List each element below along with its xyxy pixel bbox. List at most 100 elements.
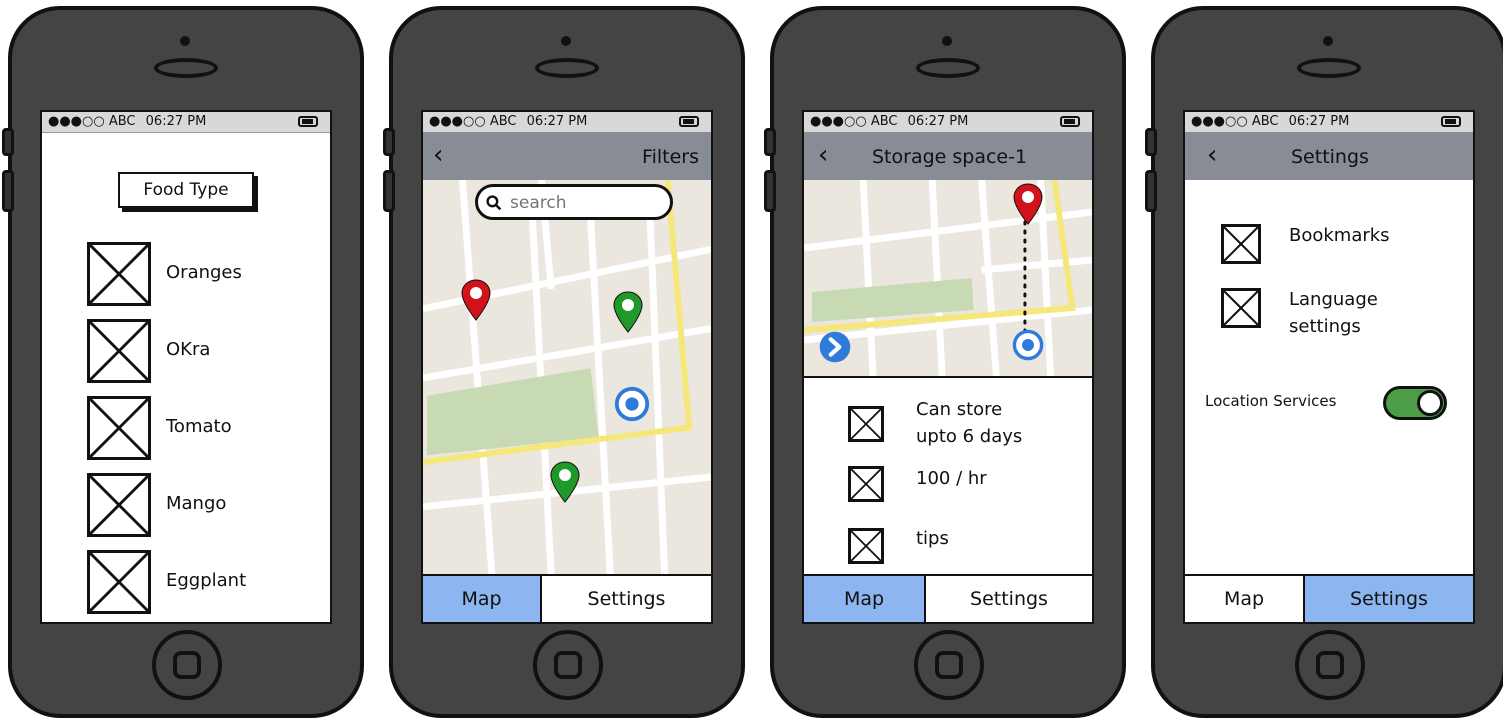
food-item-label: Oranges [166,262,242,283]
phone-storage-space: ●●●○○ ABC 06:27 PM ‹ Storage space-1 Can… [764,6,1126,718]
status-bar: ●●●○○ ABC 06:27 PM [42,112,330,133]
food-image-eggplant[interactable] [87,550,151,614]
food-item-label: OKra [166,339,211,360]
nav-bar: ‹ Filters [423,132,711,180]
food-item-label: Eggplant [166,570,247,591]
phone-filters: ●●●○○ ABC 06:27 PM ‹ Filters search Map … [383,6,745,718]
carrier: ●●●○○ ABC [810,114,898,129]
option-bookmarks[interactable]: Bookmarks [1289,225,1390,246]
settings-screen: ●●●○○ ABC 06:27 PM ‹ Settings Bookmarks … [1183,110,1475,624]
home-button-icon[interactable] [152,630,222,700]
tab-settings[interactable]: Settings [540,576,711,622]
map-view[interactable] [423,180,711,576]
route-map-view[interactable] [804,180,1092,378]
back-chevron-icon[interactable]: ‹ [1207,142,1217,168]
camera-icon [942,36,952,46]
battery-icon [1060,116,1080,127]
search-input[interactable] [508,190,662,216]
clock: 06:27 PM [907,114,969,129]
status-bar: ●●●○○ ABC 06:27 PM [804,112,1092,133]
current-location-icon[interactable] [1011,328,1045,362]
filters-screen: ●●●○○ ABC 06:27 PM ‹ Filters search Map … [421,110,713,624]
volume-button [1145,170,1157,212]
carrier: ●●●○○ ABC [48,114,136,129]
volume-button [2,170,14,212]
tab-settings[interactable]: Settings [924,576,1092,622]
speaker-icon [916,58,980,78]
phone-food-type: ●●●○○ ABC 06:27 PM Food Type Oranges OKr… [2,6,364,718]
food-image-okra[interactable] [87,319,151,383]
page-title: Settings [1291,146,1369,168]
food-item-label: Mango [166,493,227,514]
language-icon[interactable] [1221,288,1261,328]
bookmarks-icon[interactable] [1221,224,1261,264]
speaker-icon [535,58,599,78]
search-box[interactable] [475,184,673,220]
status-bar: ●●●○○ ABC 06:27 PM [1185,112,1473,133]
option-language-settings[interactable]: Language settings [1289,286,1378,340]
tab-map[interactable]: Map [804,576,924,622]
tab-bar: Map Settings [1185,574,1473,622]
food-image-oranges[interactable] [87,242,151,306]
camera-icon [180,36,190,46]
food-type-heading: Food Type [118,172,254,208]
detail-tips: tips [916,528,949,549]
status-bar: ●●●○○ ABC 06:27 PM [423,112,711,133]
clock: 06:27 PM [145,114,207,129]
volume-button [383,170,395,212]
nav-bar: ‹ Settings [1185,132,1473,180]
page-title: Storage space-1 [872,146,1028,168]
back-chevron-icon[interactable]: ‹ [433,142,443,168]
next-arrow-icon[interactable] [818,330,852,364]
battery-icon [1441,116,1461,127]
search-icon [486,195,502,211]
food-image-tomato[interactable] [87,396,151,460]
home-button-icon[interactable] [914,630,984,700]
volume-button [2,128,14,156]
volume-button [383,128,395,156]
food-type-screen: ●●●○○ ABC 06:27 PM Food Type Oranges OKr… [40,110,332,624]
home-button-icon[interactable] [533,630,603,700]
current-location-icon[interactable] [613,385,651,423]
tab-bar: Map Settings [423,574,711,622]
home-button-square [554,651,582,679]
clock: 06:27 PM [526,114,588,129]
detail-icon-tips [848,528,884,564]
map-pin-icon[interactable] [550,460,580,504]
tab-bar: Map Settings [804,574,1092,622]
map-pin-icon[interactable] [1013,182,1043,226]
details-panel: Can store upto 6 days 100 / hr tips [804,378,1092,576]
camera-icon [561,36,571,46]
phone-settings: ●●●○○ ABC 06:27 PM ‹ Settings Bookmarks … [1145,6,1503,718]
speaker-icon [154,58,218,78]
home-button-square [1316,651,1344,679]
food-image-mango[interactable] [87,473,151,537]
tab-settings[interactable]: Settings [1303,576,1473,622]
back-chevron-icon[interactable]: ‹ [818,142,828,168]
detail-icon-storage [848,406,884,442]
nav-bar: ‹ Storage space-1 [804,132,1092,180]
carrier: ●●●○○ ABC [429,114,517,129]
map-pin-icon[interactable] [461,278,491,322]
battery-icon [679,116,699,127]
map-pin-icon[interactable] [613,290,643,334]
toggle-knob [1417,390,1443,416]
tab-map[interactable]: Map [423,576,540,622]
volume-button [1145,128,1157,156]
camera-icon [1323,36,1333,46]
volume-button [764,170,776,212]
storage-space-screen: ●●●○○ ABC 06:27 PM ‹ Storage space-1 Can… [802,110,1094,624]
food-item-label: Tomato [166,416,232,437]
speaker-icon [1297,58,1361,78]
detail-icon-price [848,466,884,502]
detail-price: 100 / hr [916,468,987,489]
home-button-square [935,651,963,679]
home-button-square [173,651,201,679]
clock: 06:27 PM [1288,114,1350,129]
page-title: Filters [642,146,699,168]
home-button-icon[interactable] [1295,630,1365,700]
tab-map[interactable]: Map [1185,576,1303,622]
location-services-label: Location Services [1205,392,1337,410]
volume-button [764,128,776,156]
location-services-toggle[interactable] [1383,386,1447,420]
